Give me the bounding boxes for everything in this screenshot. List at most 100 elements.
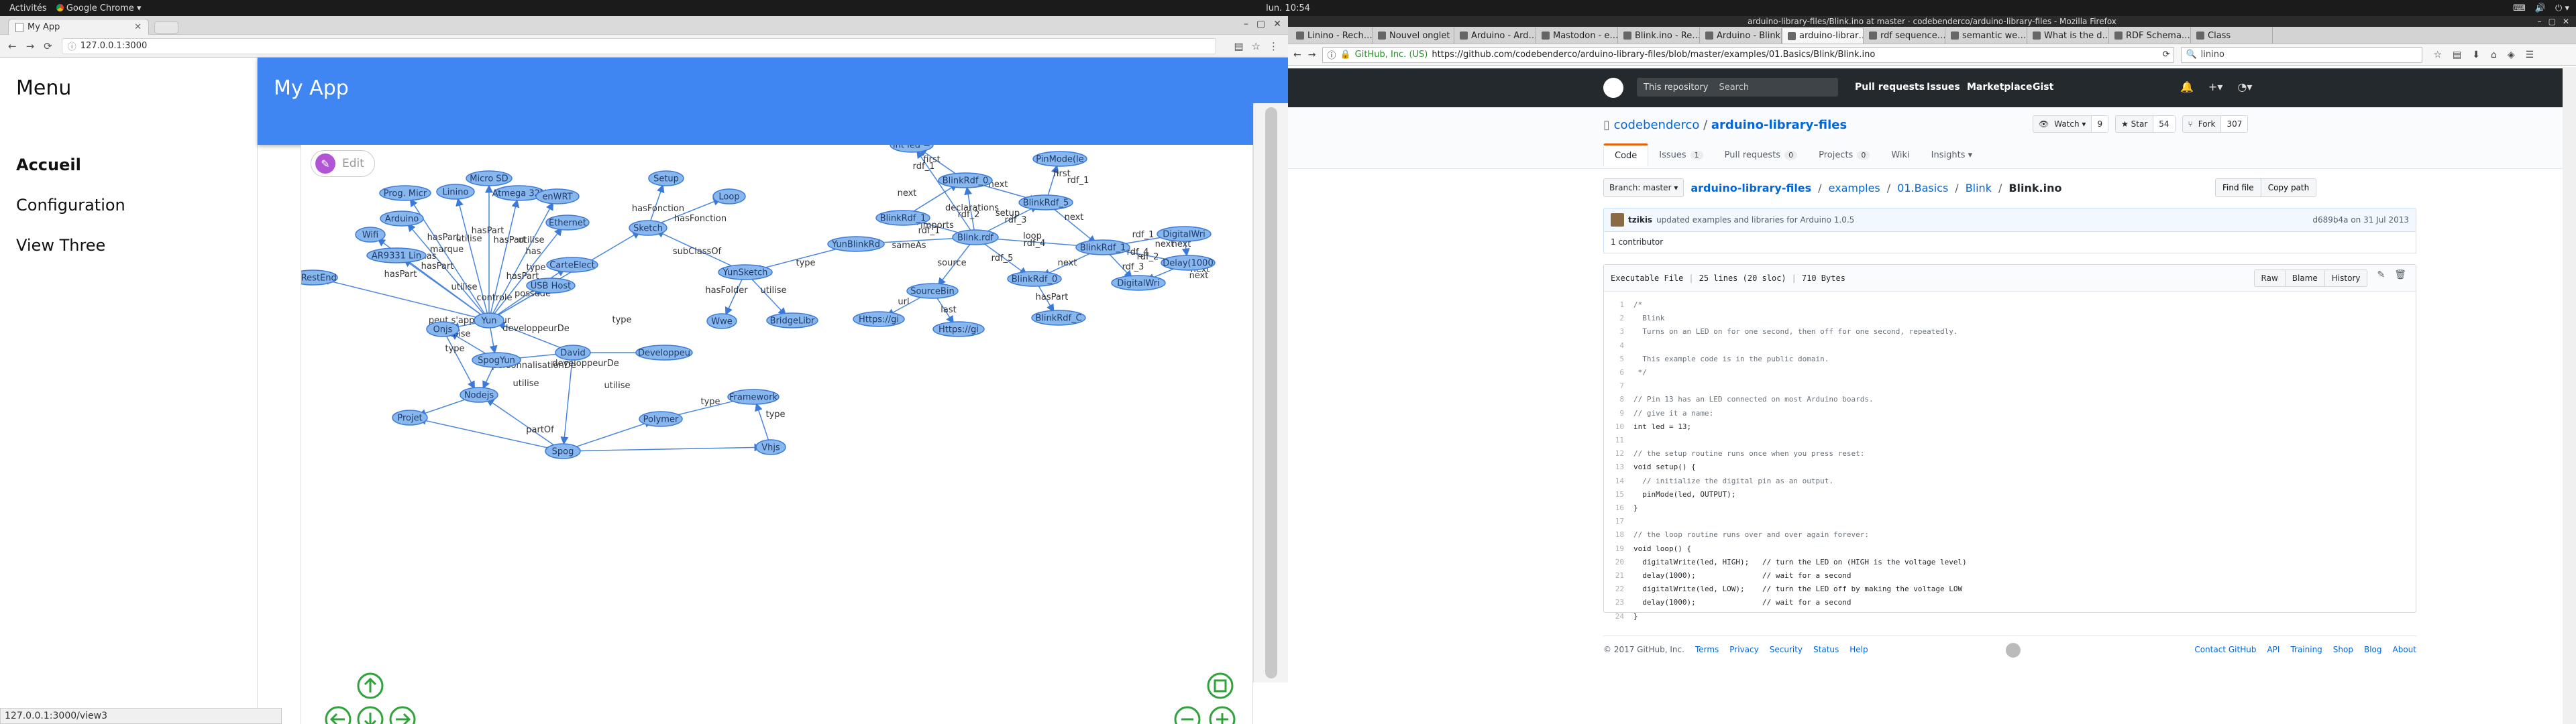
reload-icon[interactable]: ⟳ <box>44 40 52 52</box>
activities-button[interactable]: Activités <box>9 3 47 13</box>
nav-issues[interactable]: Issues <box>1927 82 1960 93</box>
footer-link[interactable]: Terms <box>1695 645 1719 654</box>
find-file-button[interactable]: Find file <box>2215 178 2261 197</box>
footer-link[interactable]: API <box>2267 645 2279 654</box>
graph-node-digitalwr[interactable]: DigitalWri <box>1157 226 1212 242</box>
graph-node-usbhost[interactable]: USB Host <box>526 278 576 294</box>
graph-node-https2[interactable]: Https://gi <box>932 321 985 337</box>
minimize-icon[interactable]: – <box>1244 19 1248 29</box>
close-window-icon[interactable]: ✕ <box>2563 16 2569 27</box>
contributors-label[interactable]: 1 contributor <box>1611 237 1663 247</box>
graph-canvas[interactable]: marque hasPart utilise hasPart hasPart utilis… <box>301 145 1253 724</box>
menu-item-view-three[interactable]: View Three <box>16 236 105 255</box>
graph-svg[interactable]: marquehasPartutilisehasParthasPartutilis… <box>301 145 1253 724</box>
footer-link[interactable]: Security <box>1770 645 1803 654</box>
star-icon[interactable]: ☆ <box>1252 40 1260 52</box>
graph-node-polymer[interactable]: Polymer <box>639 411 683 427</box>
graph-node-wifi[interactable]: Wifi <box>355 227 386 243</box>
repo-owner[interactable]: codebenderco <box>1614 118 1700 132</box>
ff-tab[interactable]: semantic we… <box>1945 27 2027 44</box>
forward-icon[interactable]: → <box>1308 50 1316 60</box>
graph-node-bridgelib[interactable]: BridgeLibr <box>766 312 818 328</box>
raw-button[interactable]: Raw <box>2253 269 2286 287</box>
nav-pull-requests[interactable]: Pull requests <box>1855 82 1925 93</box>
graph-node-intled[interactable]: int led = <box>890 145 934 153</box>
line-number[interactable]: 8 <box>1604 393 1633 406</box>
line-number[interactable]: 15 <box>1604 488 1633 501</box>
footer-link[interactable]: Shop <box>2333 645 2353 654</box>
line-number[interactable]: 7 <box>1604 379 1633 393</box>
graph-node-progmicr[interactable]: Prog. Micr <box>379 185 431 201</box>
ff-tab[interactable]: Mastodon - e… <box>1536 27 1618 44</box>
crumb-blink[interactable]: Blink <box>1966 182 1992 194</box>
graph-node-jenwrt[interactable]: enWRT <box>535 188 580 204</box>
pocket-icon[interactable]: ◈ <box>2508 50 2515 60</box>
graph-node-onj[interactable]: Onjs <box>426 321 460 337</box>
ff-tab[interactable]: Linino - Rech… <box>1291 27 1373 44</box>
repo-tab[interactable]: Pull requests 0 <box>1714 143 1808 166</box>
line-number[interactable]: 20 <box>1604 556 1633 569</box>
line-number[interactable]: 23 <box>1604 596 1633 609</box>
line-number[interactable]: 24 <box>1604 610 1633 623</box>
graph-node-delay1000[interactable]: Delay(1000 <box>1161 255 1216 271</box>
zoom-out-button[interactable] <box>1174 706 1201 724</box>
pan-right-button[interactable] <box>389 706 416 724</box>
reload-icon[interactable]: ⟳ <box>2163 50 2170 60</box>
minimize-icon[interactable]: – <box>2538 16 2542 27</box>
ff-tab[interactable]: arduino-librar… <box>1782 27 1864 44</box>
line-number[interactable]: 5 <box>1604 353 1633 366</box>
line-number[interactable]: 14 <box>1604 475 1633 488</box>
app-menu[interactable]: Google Chrome ▾ <box>56 3 141 13</box>
chrome-menu-icon[interactable]: ⋮ <box>1269 40 1279 52</box>
graph-node-blinkrdfc[interactable]: BlinkRdf_C <box>1031 310 1086 326</box>
history-button[interactable]: History <box>2324 269 2368 287</box>
line-number[interactable]: 11 <box>1604 434 1633 447</box>
ff-tab[interactable]: Nouvel onglet <box>1373 27 1454 44</box>
line-number[interactable]: 21 <box>1604 569 1633 583</box>
zoom-in-button[interactable] <box>1209 706 1236 724</box>
scrollbar-thumb[interactable] <box>1265 107 1277 678</box>
nav-marketplace[interactable]: Marketplace <box>1967 82 2032 93</box>
repo-tab[interactable]: Insights ▾ <box>1921 143 1983 166</box>
ff-tab[interactable]: Arduino - Ard… <box>1454 27 1536 44</box>
blame-button[interactable]: Blame <box>2285 269 2325 287</box>
graph-node-sketch[interactable]: Sketch <box>629 220 667 236</box>
ff-tab[interactable]: What is the d… <box>2027 27 2109 44</box>
graph-node-blinkrdf5[interactable]: BlinkRdf_5 <box>1018 194 1073 210</box>
menu-item-configuration[interactable]: Configuration <box>16 196 125 215</box>
address-bar[interactable]: ⓘ 127.0.0.1:3000 <box>61 38 1217 54</box>
graph-node-wwe[interactable]: Wwe <box>706 313 737 329</box>
ff-tab[interactable]: Class <box>2191 27 2273 44</box>
graph-node-vhtjs[interactable]: Vhjs <box>755 439 786 455</box>
menu-item-accueil[interactable]: Accueil <box>16 156 81 174</box>
watch-button[interactable]: 👁 Watch ▾ 9 <box>2033 115 2109 133</box>
ff-tab[interactable]: rdf sequence… <box>1864 27 1945 44</box>
menu-icon[interactable]: ☰ <box>2526 50 2534 60</box>
footer-link[interactable]: Status <box>1813 645 1839 654</box>
graph-node-loop[interactable]: Loop <box>712 188 746 204</box>
maximize-icon[interactable]: ▢ <box>1256 19 1265 29</box>
repo-tab[interactable]: Code <box>1603 143 1649 166</box>
ff-tab[interactable]: Arduino - Blink <box>1700 27 1782 44</box>
repo-tab[interactable]: Issues 1 <box>1648 143 1713 166</box>
line-number[interactable]: 19 <box>1604 542 1633 556</box>
pan-down-button[interactable] <box>357 706 384 724</box>
graph-node-setup[interactable]: Setup <box>648 170 684 186</box>
github-search[interactable]: This repository Search <box>1637 78 1838 97</box>
graph-node-spog[interactable]: Spog <box>545 443 581 459</box>
reading-list-icon[interactable]: ▤ <box>2453 50 2461 60</box>
footer-link[interactable]: Privacy <box>1729 645 1758 654</box>
repo-tab[interactable]: Wiki <box>1880 143 1920 166</box>
graph-node-yunblinkrd[interactable]: YunBlinkRd <box>827 236 885 252</box>
graph-node-david[interactable]: David <box>555 345 591 361</box>
footer-link[interactable]: About <box>2393 645 2416 654</box>
back-icon[interactable]: ← <box>8 40 17 52</box>
github-mark-icon[interactable] <box>2006 643 2021 658</box>
graph-node-https1[interactable]: Https://gi <box>853 311 905 327</box>
line-number[interactable]: 16 <box>1604 501 1633 515</box>
footer-link[interactable]: Training <box>2290 645 2322 654</box>
graph-node-blinkrdf0[interactable]: BlinkRdf_0 <box>938 172 993 188</box>
graph-node-restend[interactable]: unRestEnd <box>301 269 338 286</box>
back-icon[interactable]: ← <box>1293 50 1301 60</box>
graph-node-microsd[interactable]: Micro SD <box>466 170 513 186</box>
